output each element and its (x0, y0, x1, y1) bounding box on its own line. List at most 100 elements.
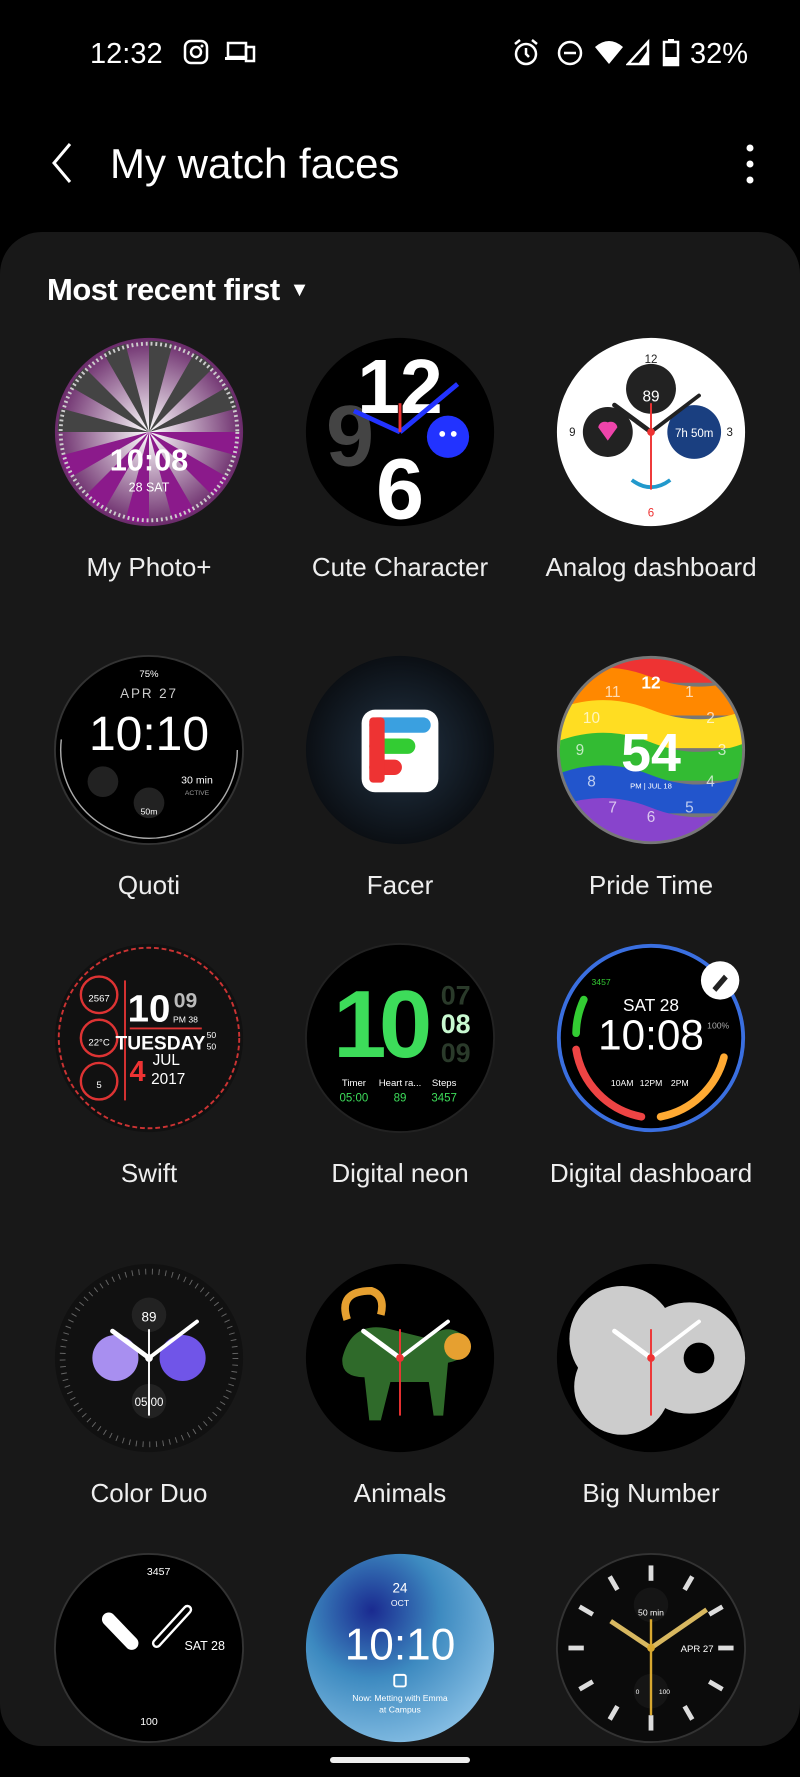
watch-face-item[interactable]: Facer (275, 654, 525, 901)
face-text: 10 (128, 988, 171, 1031)
watch-face-item[interactable]: 10:08 28 SAT My Photo+ (24, 336, 274, 583)
face-text: 10:08 (598, 1012, 704, 1059)
watch-face-label: Digital neon (331, 1158, 469, 1188)
face-text: 4 (706, 773, 715, 790)
face-text: 09 (441, 1038, 471, 1068)
face-text: JUL (153, 1052, 181, 1069)
face-text: 100% (707, 1020, 729, 1030)
face-text: PM | JUL 18 (630, 781, 672, 790)
dnd-icon (557, 40, 583, 66)
watch-face-label: Color Duo (90, 1478, 208, 1508)
watch-face-label: Big Number (582, 1478, 720, 1508)
watch-face-label: Analog dashboard (545, 552, 757, 582)
more-vertical-icon[interactable] (740, 142, 760, 186)
face-text: 50 (207, 1030, 217, 1040)
face-text: 6 (376, 441, 424, 528)
watch-face-preview: 24 OCT 10:10 Now: Metting with Emmaat Campu… (305, 1553, 495, 1743)
face-text: 5 (685, 799, 694, 816)
face-text: 7 (608, 799, 617, 816)
face-text: 09 (174, 989, 197, 1012)
alarm-icon (514, 39, 538, 66)
face-text: 3457 (147, 1566, 171, 1578)
watch-face-item[interactable]: SAT 28 10:08 10AM 12PM 2PM 3457 100% Digital da… (526, 942, 776, 1189)
watch-face-label: Quoti (117, 870, 181, 900)
face-text: 08 (441, 1009, 471, 1039)
status-bar: 12:32 32% (0, 30, 800, 76)
face-text: 30 min (181, 775, 213, 787)
face-text: 10:08 (110, 442, 189, 477)
face-text: 2PM (671, 1078, 689, 1088)
face-text: 8 (587, 773, 596, 790)
face-text: SAT 28 (184, 1639, 224, 1653)
face-text: 89 (642, 388, 659, 405)
face-text: 3 (727, 427, 733, 439)
face-text: 75% (139, 669, 159, 680)
face-text: 2017 (151, 1071, 185, 1088)
face-text: 9 (569, 427, 575, 439)
face-text: PM 38 (173, 1015, 198, 1025)
face-text: 12PM (640, 1078, 663, 1088)
face-text: 3457 (431, 1092, 457, 1104)
face-text: 10 (583, 710, 600, 727)
face-text: at Campus (379, 1704, 421, 1714)
home-indicator[interactable] (330, 1757, 470, 1763)
watch-face-preview: 9126 (305, 337, 495, 528)
battery-icon (662, 39, 680, 67)
watch-face-item[interactable]: 12 54 PM | JUL 18 11 1 10 2 9 3 8 4 7 6 5 Pride Time (526, 654, 776, 901)
face-text: 3457 (591, 977, 610, 987)
status-time: 12:32 (90, 38, 163, 70)
face-text: 11 (605, 684, 621, 701)
chevron-left-icon[interactable] (44, 138, 84, 188)
watch-face-item[interactable]: 10 07 08 09 Timer Heart ra... Steps 05:00 89 3457… (275, 942, 525, 1189)
watch-face-item[interactable]: 75% APR 27 10:10 30 min ACTIVE 50m Quoti (24, 654, 274, 901)
face-text: 28 SAT (129, 481, 170, 495)
face-text: 50 (207, 1042, 217, 1052)
watch-face-item[interactable]: 8905:00 Color Duo (24, 1262, 274, 1509)
face-text: 2567 (88, 994, 109, 1005)
watch-face-label: Facer (366, 870, 434, 900)
caret-down-icon: ▼ (289, 279, 310, 301)
face-text: 10AM (611, 1078, 634, 1088)
face-text: Timer (342, 1078, 367, 1089)
watch-face-label: Pride Time (588, 870, 714, 900)
face-text: 6 (647, 809, 656, 826)
face-text: 4 (129, 1056, 145, 1088)
face-text: 6 (648, 507, 654, 519)
face-text: 0 (636, 1689, 640, 1696)
face-text: 3 (718, 742, 727, 759)
watch-face-item[interactable]: 3457 SAT 28 100 (24, 1552, 274, 1744)
face-text: 89 (394, 1092, 407, 1104)
watch-face-preview: 3457 SAT 28 100 (53, 1552, 245, 1744)
watch-face-preview: 8905:00 (54, 1263, 244, 1453)
sort-label: Most recent first (47, 272, 280, 307)
face-text: 50 min (638, 1607, 664, 1617)
face-text: APR 27 (681, 1644, 714, 1655)
devices-icon (225, 41, 256, 63)
face-text: 07 (441, 980, 471, 1010)
watch-face-item[interactable]: 89 7h 50m 12 3 6 9 Analog dashboard (526, 336, 776, 583)
watch-face-preview: 10 070809 Timer Heart ra... Steps 05:00 89 3457 (304, 942, 496, 1134)
page-title: My watch faces (110, 140, 400, 187)
signal-icon (626, 38, 650, 66)
face-text: 12 (641, 673, 660, 693)
watch-face-item[interactable]: 50 min APR 27 0 100 (526, 1552, 776, 1744)
face-text: 9 (576, 742, 585, 759)
face-text: 05:00 (340, 1092, 369, 1104)
face-text: 12 (645, 354, 658, 366)
face-text: 10 (333, 971, 429, 1078)
face-text: Steps (432, 1078, 457, 1089)
watch-face-item[interactable]: Animals (275, 1262, 525, 1509)
watch-face-item[interactable]: 9 12 6 Cute Character (275, 336, 525, 583)
sort-dropdown[interactable]: Most recent first ▼ (47, 272, 309, 308)
face-text: 100 (140, 1716, 158, 1728)
watch-face-preview: 10:08 28 SAT (54, 337, 244, 527)
watch-face-preview: 256722°C510 09PM 38TUESDAY4 JUL20175050 (54, 943, 244, 1133)
watch-face-item[interactable]: Big Number (526, 1262, 776, 1509)
wifi-icon (595, 41, 623, 64)
watch-face-item[interactable]: 2567 22°C 5 10 09 PM 38 TUESDAY 4 JUL 2017 50 50 Swi… (24, 942, 274, 1189)
watch-face-item[interactable]: 24 OCT 10:10 Now: Metting with Emma at Campu… (275, 1552, 525, 1744)
watch-face-label: My Photo+ (86, 552, 212, 582)
face-text: 10:10 (345, 1621, 456, 1670)
face-text: 24 (393, 1580, 408, 1595)
face-text: 7h 50m (675, 428, 713, 440)
